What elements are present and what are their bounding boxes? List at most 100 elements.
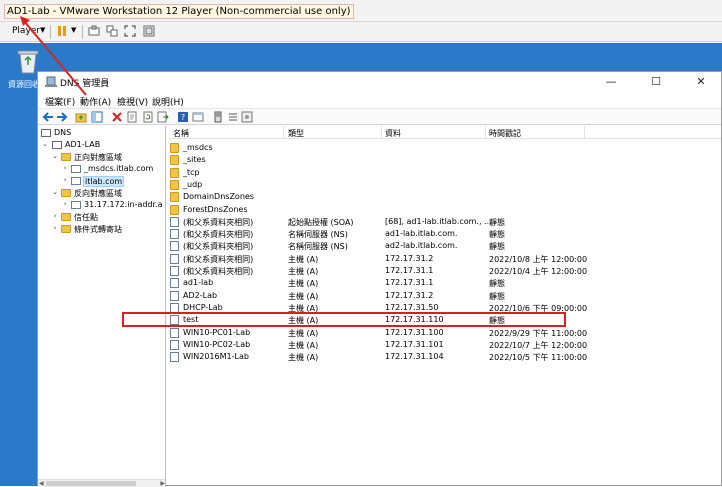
svg-text:?: ? <box>181 113 185 122</box>
chevron-right-icon[interactable]: › <box>51 212 59 220</box>
chevron-right-icon[interactable]: › <box>61 176 69 184</box>
record-timestamp: 2022/9/29 下午 11:00:00 <box>489 328 588 338</box>
record-data: [68], ad1-lab.itlab.com., ... <box>385 216 492 226</box>
refresh-icon[interactable] <box>142 111 154 123</box>
toolbar-separator <box>82 25 83 39</box>
table-row[interactable]: WIN10-PC01-Lab 主機 (A) 172.17.31.100 2022/9/… <box>169 327 721 339</box>
show-hide-tree-icon[interactable] <box>91 111 103 123</box>
menu-bar: 檔案(F) 動作(A) 檢視(V) 說明(H) <box>38 93 721 108</box>
table-row[interactable]: WIN2016M1-Lab 主機 (A) 172.17.31.104 2022/10/… <box>169 351 721 363</box>
scrollbar-thumb[interactable] <box>46 481 136 486</box>
record-type: 起始點授權 (SOA) <box>288 217 354 227</box>
column-separator <box>381 126 382 139</box>
record-type: 名稱伺服器 (NS) <box>288 242 348 252</box>
minimize-icon[interactable]: — <box>596 73 626 91</box>
menu-action[interactable]: 動作(A) <box>80 95 111 108</box>
chevron-right-icon[interactable]: › <box>51 224 59 232</box>
record-name: _msdcs <box>183 143 213 152</box>
column-header-type[interactable]: 類型 <box>288 128 304 139</box>
record-data: 172.17.31.104 <box>385 352 444 362</box>
record-timestamp: 2022/10/4 上午 12:00:00 <box>489 267 588 276</box>
dns-toolbar: ? <box>38 108 721 125</box>
folder-icon <box>61 213 71 221</box>
up-folder-icon[interactable] <box>75 111 87 123</box>
record-type: 主機 (A) <box>288 279 319 289</box>
dns-window-titlebar[interactable]: DNS 管理員 — ☐ ✕ <box>38 72 721 93</box>
chevron-down-icon[interactable]: ⌄ <box>51 152 59 160</box>
vmware-window-title: AD1-Lab - VMware Workstation 12 Player (… <box>4 4 354 19</box>
chevron-right-icon[interactable]: › <box>61 164 69 172</box>
view-icon[interactable] <box>192 111 204 123</box>
list-view-icon[interactable] <box>227 111 239 123</box>
record-data: 172.17.31.2 <box>385 253 434 263</box>
properties-icon[interactable] <box>126 111 138 123</box>
dns-record-icon <box>170 229 179 240</box>
record-name: (和父系資料夾相同) <box>183 217 254 227</box>
unity-icon[interactable] <box>143 25 155 37</box>
record-timestamp: 2022/10/7 上午 12:00:00 <box>489 340 588 350</box>
dns-record-icon <box>170 290 179 301</box>
player-menu[interactable]: Player <box>12 26 40 36</box>
table-row[interactable]: AD2-Lab 主機 (A) 172.17.31.2 靜態 <box>169 290 721 302</box>
table-row[interactable]: (和父系資料夾相同) 主機 (A) 172.17.31.1 2022/10/4 上午 … <box>169 265 721 277</box>
close-icon[interactable]: ✕ <box>686 73 716 91</box>
export-list-icon[interactable] <box>157 111 169 123</box>
list-item-folder[interactable]: _tcp <box>169 167 721 179</box>
zone-icon <box>71 201 81 209</box>
maximize-icon[interactable]: ☐ <box>641 73 671 91</box>
list-item-folder[interactable]: ForestDnsZones <box>169 204 721 216</box>
column-header-data[interactable]: 資料 <box>385 128 401 139</box>
record-data: 172.17.31.1 <box>385 266 434 275</box>
chevron-down-icon[interactable]: ⌄ <box>41 140 49 148</box>
removable-devices-icon[interactable] <box>106 25 118 37</box>
record-type: 主機 (A) <box>288 267 319 276</box>
folder-icon <box>170 192 179 203</box>
fullscreen-icon[interactable] <box>124 25 136 37</box>
forward-arrow-icon[interactable] <box>56 111 68 123</box>
folder-icon <box>61 153 71 161</box>
record-name: AD2-Lab <box>183 290 218 300</box>
list-item-folder[interactable]: _sites <box>169 154 721 166</box>
menu-view[interactable]: 檢視(V) <box>117 95 148 108</box>
table-row[interactable]: WIN10-PC02-Lab 主機 (A) 172.17.31.101 2022/10… <box>169 339 721 351</box>
server-icon <box>52 141 62 149</box>
pause-icon[interactable] <box>56 25 68 37</box>
chevron-down-icon[interactable]: ⌄ <box>51 188 59 196</box>
folder-icon <box>170 167 179 178</box>
table-row[interactable]: ad1-lab 主機 (A) 172.17.31.1 靜態 <box>169 277 721 289</box>
help-icon[interactable]: ? <box>177 111 189 123</box>
column-separator <box>283 126 284 139</box>
record-name: (和父系資料夾相同) <box>183 254 254 264</box>
record-type: 主機 (A) <box>288 340 319 350</box>
chevron-down-icon[interactable]: ▼ <box>71 26 76 34</box>
dns-record-icon <box>170 216 179 227</box>
send-ctrl-alt-del-icon[interactable] <box>88 25 100 37</box>
configure-icon[interactable] <box>241 111 253 123</box>
dns-record-icon <box>170 339 179 350</box>
chevron-down-icon[interactable]: ▼ <box>40 26 45 34</box>
menu-file[interactable]: 檔案(F) <box>45 95 75 108</box>
table-row[interactable]: (和父系資料夾相同) 起始點授權 (SOA) [68], ad1-lab.itlab… <box>169 216 721 228</box>
chevron-right-icon[interactable]: › <box>61 200 69 208</box>
table-row[interactable]: (和父系資料夾相同) 名稱伺服器 (NS) ad2-lab.itlab.com. 靜態 <box>169 240 721 252</box>
list-item-folder[interactable]: DomainDnsZones <box>169 191 721 203</box>
table-row[interactable]: (和父系資料夾相同) 主機 (A) 172.17.31.2 2022/10/8 上午 … <box>169 253 721 265</box>
record-data: ad2-lab.itlab.com. <box>385 241 458 251</box>
back-arrow-icon[interactable] <box>42 111 54 123</box>
record-name: DomainDnsZones <box>183 192 254 202</box>
menu-help[interactable]: 說明(H) <box>152 95 184 108</box>
folder-icon <box>170 143 179 153</box>
record-timestamp: 2022/10/5 下午 11:00:00 <box>489 353 588 363</box>
annotation-highlight-box <box>122 312 566 327</box>
server-icon[interactable] <box>212 111 224 123</box>
table-row[interactable]: (和父系資料夾相同) 名稱伺服器 (NS) ad1-lab.itlab.com. 靜態 <box>169 228 721 240</box>
dns-manager-icon <box>45 76 57 87</box>
list-item-folder[interactable]: _udp <box>169 179 721 191</box>
list-item-folder[interactable]: _msdcs <box>169 142 721 154</box>
delete-icon[interactable] <box>111 111 123 123</box>
folder-icon <box>170 204 179 215</box>
column-header-name[interactable]: 名稱 <box>173 128 189 139</box>
record-timestamp: 靜態 <box>489 291 505 301</box>
dns-window-title: DNS 管理員 <box>60 79 110 89</box>
column-header-timestamp[interactable]: 時間戳記 <box>489 128 521 139</box>
